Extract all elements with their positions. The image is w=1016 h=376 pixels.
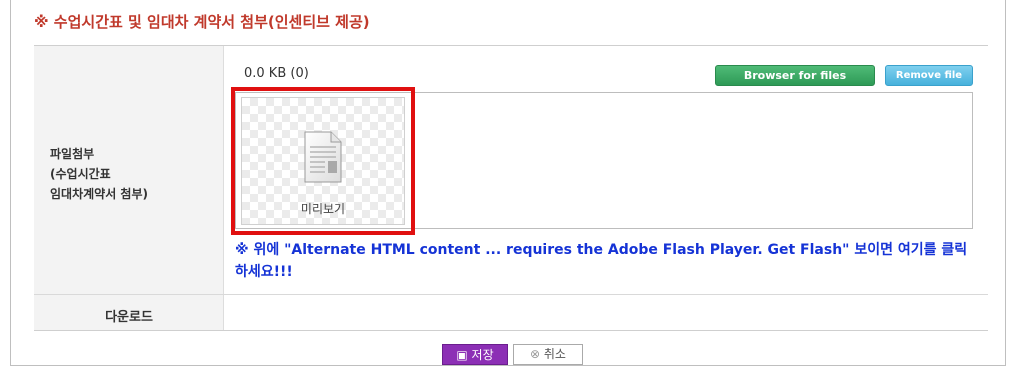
highlight-box [231,87,415,235]
row-divider [34,294,988,295]
file-size-readout: 0.0 KB (0) [244,66,309,81]
download-row-label: 다운로드 [105,310,153,325]
floppy-icon: ▣ [456,348,472,362]
save-button[interactable]: ▣ 저장 [442,344,508,365]
attach-label-line1: 파일첨부 [50,147,95,161]
attach-label-line2: (수업시간표 [50,167,111,181]
attach-row-label: 파일첨부 (수업시간표 임대차계약서 첨부) [50,144,148,204]
save-button-label: 저장 [471,348,494,362]
x-mark-icon: ⊗ [530,347,544,361]
cancel-button[interactable]: ⊗ 취소 [513,344,583,365]
cancel-button-label: 취소 [543,347,566,361]
remove-file-button[interactable]: Remove file [885,65,973,86]
browse-files-button[interactable]: Browser for files [715,65,875,86]
flash-notice-link[interactable]: ※ 위에 "Alternate HTML content ... require… [235,239,980,283]
attach-label-line3: 임대차계약서 첨부) [50,187,148,201]
section-title: ※ 수업시간표 및 임대차 계약서 첨부(인센티브 제공) [34,13,370,31]
